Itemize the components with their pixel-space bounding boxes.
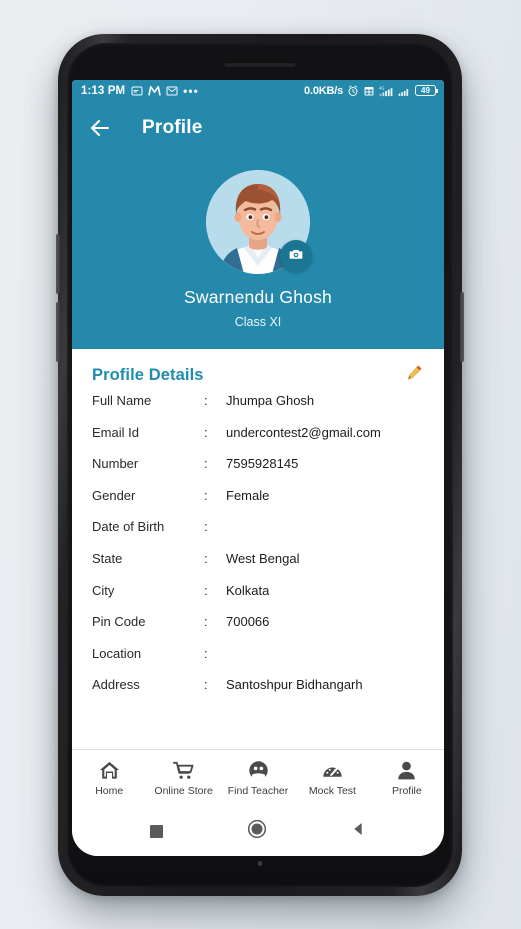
triangle-left-icon: [351, 821, 367, 842]
nav-item-profile[interactable]: Profile: [370, 759, 444, 797]
avatar-container: [206, 170, 312, 274]
row-value: Kolkata: [226, 582, 270, 598]
nav-label: Mock Test: [308, 785, 356, 797]
m-app-icon: [148, 85, 161, 96]
row-label: Full Name: [92, 393, 152, 408]
nav-label: Find Teacher: [227, 785, 289, 797]
row-colon: :: [204, 456, 208, 472]
volume-up-button[interactable]: [56, 234, 60, 294]
row-label: Date of Birth: [92, 519, 165, 535]
status-bar: 1:13 PM ••• 0.0KB/s 4G 49: [72, 80, 444, 101]
table-row: City : Kolkata: [92, 583, 424, 615]
row-label: Number: [92, 456, 139, 472]
row-colon: :: [204, 582, 208, 598]
row-value: undercontest2@gmail.com: [226, 424, 381, 440]
profile-hero: Swarnendu Ghosh Class XI: [72, 154, 444, 349]
row-label: Address: [92, 677, 140, 693]
status-system-icons: 0.0KB/s 4G 49: [304, 84, 438, 97]
page-title: Profile: [142, 116, 203, 138]
signal-4g-icon: 4G: [379, 85, 394, 97]
nav-label: Home: [95, 785, 124, 797]
person-icon: [395, 759, 418, 782]
network-speed-text: 0.0KB/s: [304, 84, 343, 97]
row-colon: :: [204, 677, 208, 693]
table-row: Pin Code : 700066: [92, 614, 424, 646]
phone-screen: 1:13 PM ••• 0.0KB/s 4G 49 Profile Swarne…: [72, 80, 444, 856]
overflow-dots-icon: •••: [183, 83, 199, 98]
shopping-cart-icon: [172, 759, 195, 782]
row-colon: :: [204, 424, 208, 440]
back-button[interactable]: [351, 821, 367, 842]
table-row: Number : 7595928145: [92, 456, 424, 488]
alarm-icon: [347, 85, 359, 97]
row-label: Email Id: [92, 424, 139, 440]
message-icon: [131, 85, 143, 97]
profile-details-section: Profile Details Full Name : Jhumpa Ghosh: [72, 349, 444, 749]
row-label: State: [92, 550, 123, 566]
nav-item-home[interactable]: Home: [72, 759, 146, 797]
volume-down-button[interactable]: [56, 302, 60, 362]
table-row: Address : Santoshpur Bidhangarh: [92, 677, 424, 709]
recents-button[interactable]: [149, 824, 163, 838]
app-bar: Profile: [72, 101, 444, 154]
details-header: Profile Details: [72, 349, 444, 393]
table-row: Location :: [92, 646, 424, 678]
microphone-dot: [257, 861, 263, 866]
user-class: Class XI: [234, 315, 282, 329]
edit-profile-button[interactable]: [404, 365, 424, 385]
square-icon: [149, 824, 163, 838]
nav-item-find-teacher[interactable]: Find Teacher: [221, 759, 295, 797]
nav-item-online-store[interactable]: Online Store: [146, 759, 220, 797]
calendar-icon: [363, 85, 375, 97]
details-rows: Full Name : Jhumpa Ghosh Email Id : unde…: [72, 393, 444, 709]
svg-text:4G: 4G: [379, 85, 384, 90]
nav-label: Online Store: [154, 785, 213, 797]
row-colon: :: [204, 519, 208, 535]
change-photo-button[interactable]: [280, 240, 312, 272]
bottom-navigation-bar: Home Online Store Find Teacher Mock Test…: [72, 749, 444, 806]
row-colon: :: [204, 550, 208, 566]
camera-icon: [288, 246, 304, 267]
teacher-face-icon: [247, 759, 270, 782]
power-button[interactable]: [460, 292, 464, 362]
row-colon: :: [204, 487, 208, 503]
circle-icon: [247, 819, 267, 844]
row-label: Pin Code: [92, 614, 146, 630]
battery-level: 49: [421, 85, 430, 95]
row-label: City: [92, 582, 115, 598]
table-row: Date of Birth :: [92, 519, 424, 551]
status-notification-icons: •••: [131, 85, 199, 97]
back-arrow-icon[interactable]: [88, 116, 112, 140]
status-time: 1:13 PM: [81, 84, 126, 97]
earpiece-speaker: [224, 62, 296, 67]
table-row: Full Name : Jhumpa Ghosh: [92, 393, 424, 425]
row-label: Location: [92, 645, 142, 661]
table-row: Email Id : undercontest2@gmail.com: [92, 425, 424, 457]
row-colon: :: [204, 614, 208, 630]
pencil-icon: [405, 363, 424, 387]
gmail-icon: [166, 85, 178, 97]
home-button[interactable]: [247, 819, 267, 844]
row-colon: :: [204, 645, 208, 661]
row-value: West Bengal: [226, 550, 300, 566]
row-colon: :: [204, 393, 208, 408]
row-value: Female: [226, 487, 270, 503]
nav-label: Profile: [391, 785, 422, 797]
row-value: Jhumpa Ghosh: [226, 393, 315, 408]
table-row: State : West Bengal: [92, 551, 424, 583]
user-name: Swarnendu Ghosh: [184, 287, 332, 307]
battery-icon: 49: [415, 85, 438, 96]
nav-item-mock-test[interactable]: Mock Test: [295, 759, 369, 797]
row-label: Gender: [92, 487, 136, 503]
row-value: 700066: [226, 614, 270, 630]
details-title: Profile Details: [92, 365, 204, 384]
row-value: 7595928145: [226, 456, 299, 472]
home-icon: [98, 759, 121, 782]
table-row: Gender : Female: [92, 488, 424, 520]
signal-icon: [398, 85, 411, 97]
android-system-nav: [72, 806, 444, 856]
row-value: Santoshpur Bidhangarh: [226, 677, 363, 693]
speedometer-icon: [321, 759, 344, 782]
